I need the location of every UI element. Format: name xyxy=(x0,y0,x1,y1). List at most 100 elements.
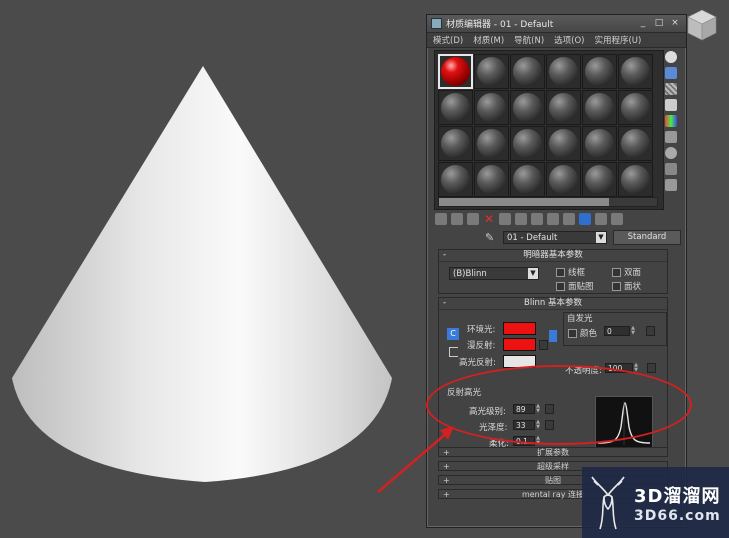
assign-to-selection-icon[interactable] xyxy=(467,213,479,225)
material-slot[interactable] xyxy=(546,90,581,125)
face-map-option[interactable]: 面贴图 xyxy=(556,280,594,292)
material-id-icon[interactable] xyxy=(547,213,559,225)
viewcube-icon[interactable] xyxy=(682,6,722,46)
backlight-icon[interactable] xyxy=(665,67,677,79)
go-forward-sibling-icon[interactable] xyxy=(611,213,623,225)
lock-ambient-diffuse-button[interactable]: C xyxy=(447,328,459,340)
material-slot[interactable] xyxy=(474,54,509,89)
uv-tiling-icon[interactable] xyxy=(665,99,677,111)
self-illumination-title: 自发光 xyxy=(567,314,593,324)
select-by-material-icon[interactable] xyxy=(665,163,677,175)
material-slot[interactable] xyxy=(618,90,653,125)
material-name-value: 01 - Default xyxy=(507,232,558,243)
shader-type-dropdown[interactable]: (B)Blinn ▼ xyxy=(449,267,539,280)
self-illum-color-option[interactable]: 颜色 xyxy=(568,327,597,339)
minimize-button[interactable]: _ xyxy=(636,18,650,29)
material-sphere xyxy=(585,93,614,122)
material-navigator-icon[interactable] xyxy=(665,179,677,191)
material-sphere xyxy=(621,57,650,86)
menu-mode[interactable]: 模式(D) xyxy=(433,34,463,46)
material-slot[interactable] xyxy=(474,126,509,161)
wire-option[interactable]: 线框 xyxy=(556,266,585,278)
material-type-button[interactable]: Standard xyxy=(613,230,681,245)
watermark-brand: 3D溜溜网 xyxy=(634,485,721,507)
material-slot[interactable] xyxy=(474,90,509,125)
material-slot[interactable] xyxy=(438,126,473,161)
two-sided-checkbox[interactable] xyxy=(612,268,621,277)
face-map-checkbox[interactable] xyxy=(556,282,565,291)
extended-params-label: 扩展参数 xyxy=(537,448,569,457)
material-slot[interactable] xyxy=(618,54,653,89)
material-slot[interactable] xyxy=(546,54,581,89)
menu-utilities[interactable]: 实用程序(U) xyxy=(594,34,641,46)
opacity-map-button[interactable] xyxy=(647,363,656,373)
put-to-library-icon[interactable] xyxy=(531,213,543,225)
material-slot[interactable] xyxy=(582,162,617,197)
material-slot[interactable] xyxy=(510,54,545,89)
ambient-color-swatch[interactable] xyxy=(503,322,536,335)
slots-scrollbar[interactable] xyxy=(438,197,658,207)
app-icon xyxy=(431,18,442,29)
material-sphere xyxy=(549,165,578,194)
eyedropper-icon[interactable]: ✎ xyxy=(485,231,497,244)
diffuse-color-swatch[interactable] xyxy=(503,338,536,351)
material-name-field[interactable]: 01 - Default ▼ xyxy=(503,231,607,244)
maximize-button[interactable]: □ xyxy=(652,18,666,29)
scroll-thumb[interactable] xyxy=(439,198,609,206)
cone-object[interactable] xyxy=(0,0,400,500)
menu-options[interactable]: 选项(O) xyxy=(554,34,584,46)
shader-basic-header[interactable]: - 明暗器基本参数 xyxy=(439,250,667,262)
material-slot[interactable] xyxy=(582,126,617,161)
copy-material-icon[interactable] xyxy=(499,213,511,225)
self-illum-value[interactable]: 0 xyxy=(604,326,630,336)
diffuse-label: 漫反射: xyxy=(467,341,496,351)
menu-navigation[interactable]: 导航(N) xyxy=(514,34,544,46)
spinner-arrows-icon[interactable]: ▲ ▼ xyxy=(630,326,636,336)
go-to-parent-icon[interactable] xyxy=(595,213,607,225)
reset-material-icon[interactable]: ✕ xyxy=(483,213,495,225)
faceted-option[interactable]: 面状 xyxy=(612,280,641,292)
material-sphere xyxy=(513,165,542,194)
self-illum-color-checkbox[interactable] xyxy=(568,329,577,338)
show-map-in-viewport-icon[interactable] xyxy=(563,213,575,225)
material-slot[interactable] xyxy=(510,90,545,125)
material-slot[interactable] xyxy=(546,126,581,161)
material-slot[interactable] xyxy=(510,162,545,197)
material-slot[interactable] xyxy=(618,162,653,197)
show-end-result-icon[interactable] xyxy=(579,213,591,225)
self-illum-color-label: 颜色 xyxy=(580,329,598,339)
lock-diffuse-specular-icon[interactable] xyxy=(549,330,557,342)
material-slot[interactable] xyxy=(438,90,473,125)
close-button[interactable]: × xyxy=(668,18,682,29)
make-unique-icon[interactable] xyxy=(515,213,527,225)
rollout-extended-params[interactable]: + 扩展参数 xyxy=(438,447,668,457)
make-preview-icon[interactable] xyxy=(665,131,677,143)
chevron-down-icon[interactable]: ▼ xyxy=(528,268,538,279)
background-icon[interactable] xyxy=(665,83,677,95)
material-sphere xyxy=(621,93,650,122)
faceted-checkbox[interactable] xyxy=(612,282,621,291)
diffuse-map-button[interactable] xyxy=(539,340,548,350)
two-sided-option[interactable]: 双面 xyxy=(612,266,641,278)
self-illum-map-button[interactable] xyxy=(646,326,655,336)
material-slot[interactable] xyxy=(618,126,653,161)
video-color-check-icon[interactable] xyxy=(665,115,677,127)
menu-material[interactable]: 材质(M) xyxy=(473,34,504,46)
options-icon[interactable] xyxy=(665,147,677,159)
put-to-scene-icon[interactable] xyxy=(451,213,463,225)
material-sphere xyxy=(549,93,578,122)
material-slot[interactable] xyxy=(438,162,473,197)
wire-checkbox[interactable] xyxy=(556,268,565,277)
material-slot[interactable] xyxy=(582,54,617,89)
collapse-icon: - xyxy=(443,250,447,260)
get-material-icon[interactable] xyxy=(435,213,447,225)
sample-type-icon[interactable] xyxy=(665,51,677,63)
material-slot[interactable] xyxy=(474,162,509,197)
material-slot[interactable] xyxy=(438,54,473,89)
material-slot[interactable] xyxy=(510,126,545,161)
self-illum-spinner[interactable]: 0 ▲ ▼ xyxy=(604,326,636,336)
material-slot[interactable] xyxy=(546,162,581,197)
chevron-down-icon[interactable]: ▼ xyxy=(596,232,606,243)
material-slot[interactable] xyxy=(582,90,617,125)
blinn-basic-header[interactable]: - Blinn 基本参数 xyxy=(439,298,667,310)
